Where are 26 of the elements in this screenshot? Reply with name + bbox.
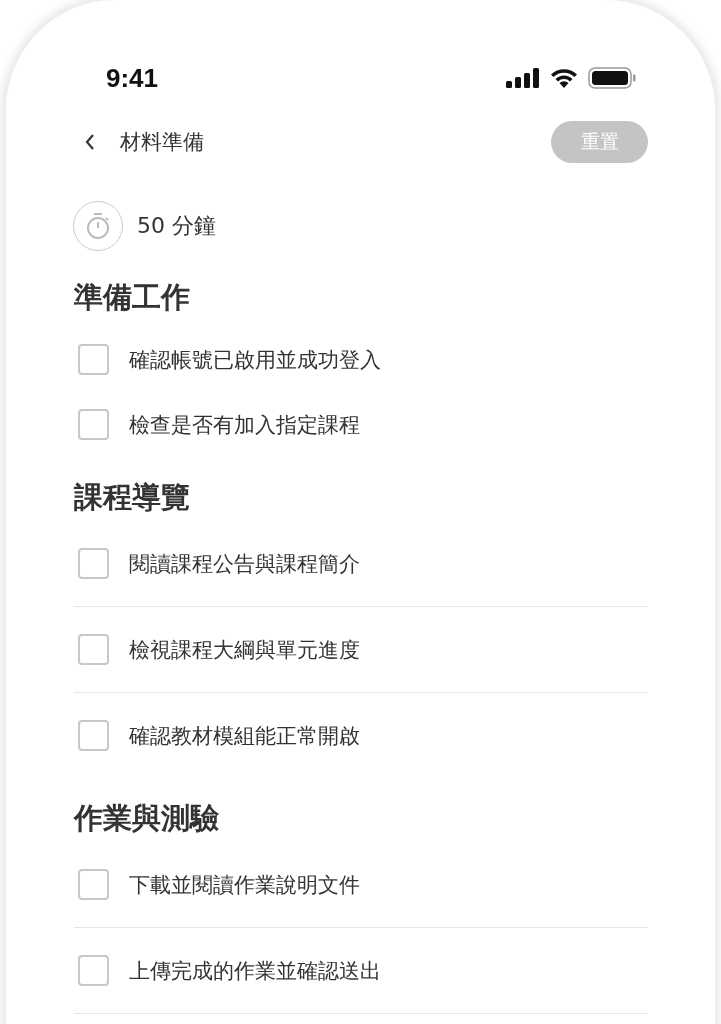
checklist-label: 下載並閱讀作業說明文件 [129, 871, 360, 899]
section-heading: 課程導覽 [74, 479, 191, 516]
chevron-left-icon [84, 133, 96, 151]
battery-icon [588, 67, 636, 89]
checklist-label: 上傳完成的作業並確認送出 [129, 957, 381, 985]
signal-icon [506, 68, 540, 88]
checklist-label: 確認帳號已啟用並成功登入 [129, 346, 381, 374]
back-button[interactable] [84, 133, 96, 151]
checkbox[interactable] [78, 634, 109, 665]
section-heading: 作業與測驗 [74, 800, 220, 837]
section-heading: 準備工作 [74, 279, 191, 316]
duration-text: 50 分鐘 [137, 212, 216, 240]
stopwatch-icon [86, 212, 110, 240]
page-title: 材料準備 [120, 129, 205, 156]
checkbox[interactable] [78, 720, 109, 751]
checkbox[interactable] [78, 955, 109, 986]
checkbox[interactable] [78, 409, 109, 440]
status-time: 9:41 [106, 62, 159, 94]
checkbox[interactable] [78, 344, 109, 375]
checklist-label: 檢查是否有加入指定課程 [129, 411, 360, 439]
checklist-label: 檢視課程大綱與單元進度 [129, 636, 360, 664]
checklist-label: 確認教材模組能正常開啟 [129, 722, 360, 750]
checkbox[interactable] [78, 548, 109, 579]
checklist-label: 閱讀課程公告與課程簡介 [129, 550, 360, 578]
wifi-icon [550, 68, 578, 88]
checkbox[interactable] [78, 869, 109, 900]
